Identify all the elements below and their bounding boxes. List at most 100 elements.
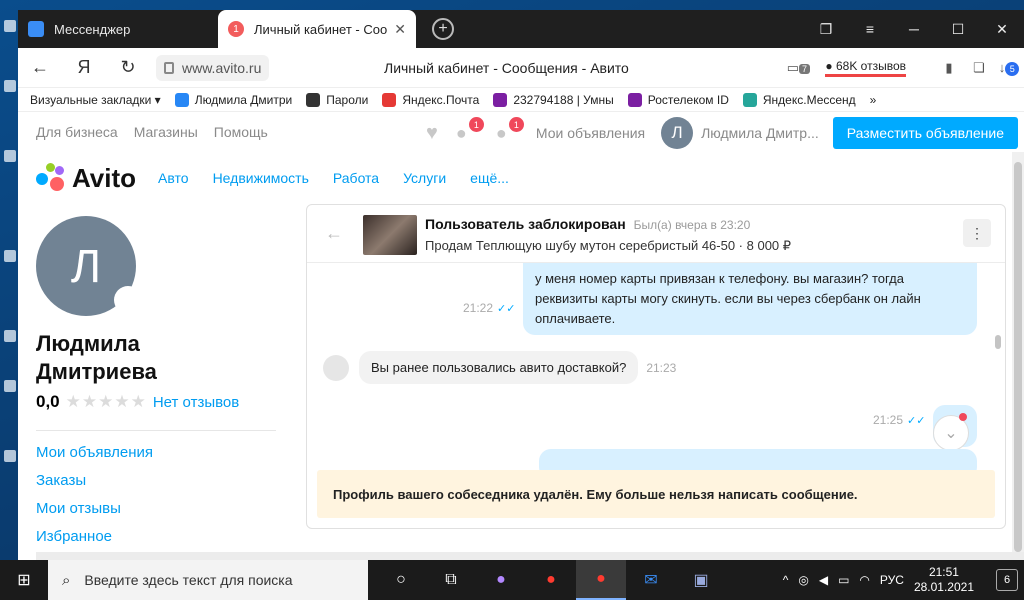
chat-title: Пользователь заблокирован Был(а) вчера в… — [425, 216, 750, 232]
logo-text: Avito — [72, 162, 137, 193]
item-thumbnail[interactable] — [363, 215, 417, 255]
minimize-button[interactable]: ─ — [892, 21, 936, 37]
wifi-icon[interactable]: ◠ — [859, 573, 869, 587]
lock-icon — [164, 61, 174, 74]
sound-icon[interactable]: ◀ — [819, 573, 828, 587]
menu-my-ads[interactable]: Мои объявления — [36, 439, 276, 467]
collections-icon[interactable]: ❏ — [964, 60, 994, 76]
close-icon[interactable]: ✕ — [394, 21, 406, 38]
bookmark-messenger[interactable]: Яндекс.Мессенд — [742, 92, 856, 107]
my-ads-link[interactable]: Мои объявления — [536, 125, 645, 141]
url-field[interactable]: www.avito.ru — [156, 54, 270, 81]
clock-date: 28.01.2021 — [913, 580, 974, 594]
heart-icon[interactable]: ♥ — [426, 122, 438, 145]
window-controls: ❐ ≡ ─ ☐ ✕ — [804, 10, 1024, 48]
maximize-button[interactable]: ☐ — [936, 21, 980, 38]
clock[interactable]: 21:51 28.01.2021 — [914, 565, 974, 595]
menu-icon[interactable]: ≡ — [848, 21, 892, 37]
downloads-badge: 5 — [1005, 62, 1020, 76]
yandex-browser-icon[interactable]: ● — [576, 560, 626, 600]
chat-header: ← Пользователь заблокирован Был(а) вчера… — [307, 205, 1005, 263]
bookmark-label: Людмила Дмитри — [194, 92, 293, 107]
bookmark-rostelecom[interactable]: Ростелеком ID — [627, 92, 729, 107]
no-reviews-link[interactable]: Нет отзывов — [153, 394, 239, 411]
nav-more[interactable]: ещё... — [470, 170, 509, 186]
taskbar-search[interactable]: ⌕ Введите здесь текст для поиска — [48, 560, 368, 600]
taskbar: ⊞ ⌕ Введите здесь текст для поиска ○ ⧉ ●… — [0, 560, 1024, 600]
reload-button[interactable]: ↻ — [106, 57, 150, 78]
tab-messenger[interactable]: Мессенджер — [18, 10, 218, 48]
url-text: www.avito.ru — [182, 59, 262, 76]
nav-services[interactable]: Услуги — [403, 170, 446, 186]
close-window-button[interactable]: ✕ — [980, 21, 1024, 38]
new-tab-button[interactable]: + — [432, 18, 454, 40]
yandex-button[interactable]: Я — [62, 57, 106, 78]
yandex-app-icon[interactable]: ● — [526, 560, 576, 600]
downloads-icon[interactable]: ↓ 5 — [994, 60, 1024, 76]
notifications-icon[interactable]: 6 — [996, 569, 1018, 591]
cortana-icon[interactable]: ○ — [376, 560, 426, 600]
battery-icon[interactable]: ▭ — [838, 573, 849, 587]
menu-my-reviews[interactable]: Мои отзывы — [36, 495, 276, 523]
page-scrollbar[interactable] — [1012, 152, 1024, 560]
chat-item-info[interactable]: Продам Теплющую шубу мутон серебристый 4… — [425, 238, 791, 254]
camera-icon[interactable]: ◙ — [114, 286, 142, 314]
avito-logo[interactable]: Avito — [36, 163, 136, 194]
nav-jobs[interactable]: Работа — [333, 170, 379, 186]
bookmark-mail[interactable]: Яндекс.Почта — [382, 92, 479, 107]
more-bookmarks-icon[interactable]: » — [870, 93, 877, 107]
tabs-icon[interactable]: ❐ — [804, 21, 848, 38]
message-outgoing: у меня номер карты привязан к телефону. … — [523, 263, 977, 335]
mail-app-icon[interactable]: ✉ — [626, 560, 676, 600]
scroll-thumb[interactable] — [1014, 162, 1022, 552]
time-text: 21:22 — [463, 301, 494, 315]
avatar[interactable]: Л — [661, 117, 694, 149]
rating-value: 0,0 — [36, 392, 60, 411]
msg-badge: 1 — [508, 117, 524, 132]
more-options-icon[interactable]: ⋮ — [963, 219, 991, 247]
back-arrow-icon[interactable]: ← — [325, 223, 343, 244]
reviews-badge[interactable]: ● 68K отзывов — [825, 59, 906, 77]
message-icon[interactable]: ● 1 — [496, 117, 524, 143]
tab-avito[interactable]: 1 Личный кабинет - Coo ✕ — [218, 10, 416, 48]
task-view-icon[interactable]: ⧉ — [426, 560, 476, 600]
language-indicator[interactable]: РУС — [880, 573, 904, 587]
back-button[interactable]: ← — [18, 57, 62, 78]
nav-realty[interactable]: Недвижимость — [213, 170, 309, 186]
horizontal-scrollbar[interactable] — [36, 552, 1024, 560]
windows-start-icon[interactable]: ⊞ — [0, 560, 48, 600]
rostelecom-icon — [493, 92, 508, 107]
bookmark-vk[interactable]: Людмила Дмитри — [174, 92, 293, 107]
nav-auto[interactable]: Авто — [158, 170, 189, 186]
tab-label: Личный кабинет - Coo — [254, 21, 388, 37]
avatar-initial: Л — [70, 240, 102, 292]
tab-badge: 1 — [228, 21, 244, 37]
photos-icon[interactable]: ▣ — [676, 560, 726, 600]
alice-icon[interactable]: ● — [476, 560, 526, 600]
double-check-icon: ✓✓ — [497, 303, 516, 315]
profile-name: Людмила Дмитриева — [36, 330, 276, 386]
bookmark-smart[interactable]: 232794188 | Умны — [493, 92, 614, 107]
stars-icon: ★★★★★ — [65, 392, 147, 411]
post-ad-button[interactable]: Разместить объявление — [832, 117, 1018, 149]
profile-avatar[interactable]: Л ◙ — [36, 216, 142, 316]
meet-icon[interactable]: ◎ — [798, 573, 808, 587]
messenger-icon — [28, 21, 44, 37]
bookmark-passwords[interactable]: Пароли — [306, 92, 368, 107]
search-icon: ⌕ — [62, 571, 71, 589]
extension-icon[interactable]: ▭ 7 — [783, 60, 813, 76]
last-seen: Был(а) вчера в 23:20 — [633, 218, 751, 232]
link-help[interactable]: Помощь — [214, 124, 268, 140]
chevron-up-icon[interactable]: ^ — [783, 573, 789, 587]
bookmark-icon[interactable]: ▮ — [934, 60, 964, 76]
link-business[interactable]: Для бизнеса — [36, 124, 118, 140]
chat-scrollbar[interactable] — [995, 335, 1001, 349]
menu-orders[interactable]: Заказы — [36, 467, 276, 495]
search-placeholder: Введите здесь текст для поиска — [84, 572, 293, 588]
chat-panel: ← Пользователь заблокирован Был(а) вчера… — [306, 204, 1006, 529]
bookmark-visual[interactable]: Визуальные закладки ▾ — [30, 93, 161, 107]
bell-icon[interactable]: ● 1 — [456, 117, 484, 143]
user-menu[interactable]: Людмила Дмитр... — [701, 125, 819, 141]
menu-favorites[interactable]: Избранное — [36, 523, 276, 551]
link-shops[interactable]: Магазины — [134, 124, 198, 140]
